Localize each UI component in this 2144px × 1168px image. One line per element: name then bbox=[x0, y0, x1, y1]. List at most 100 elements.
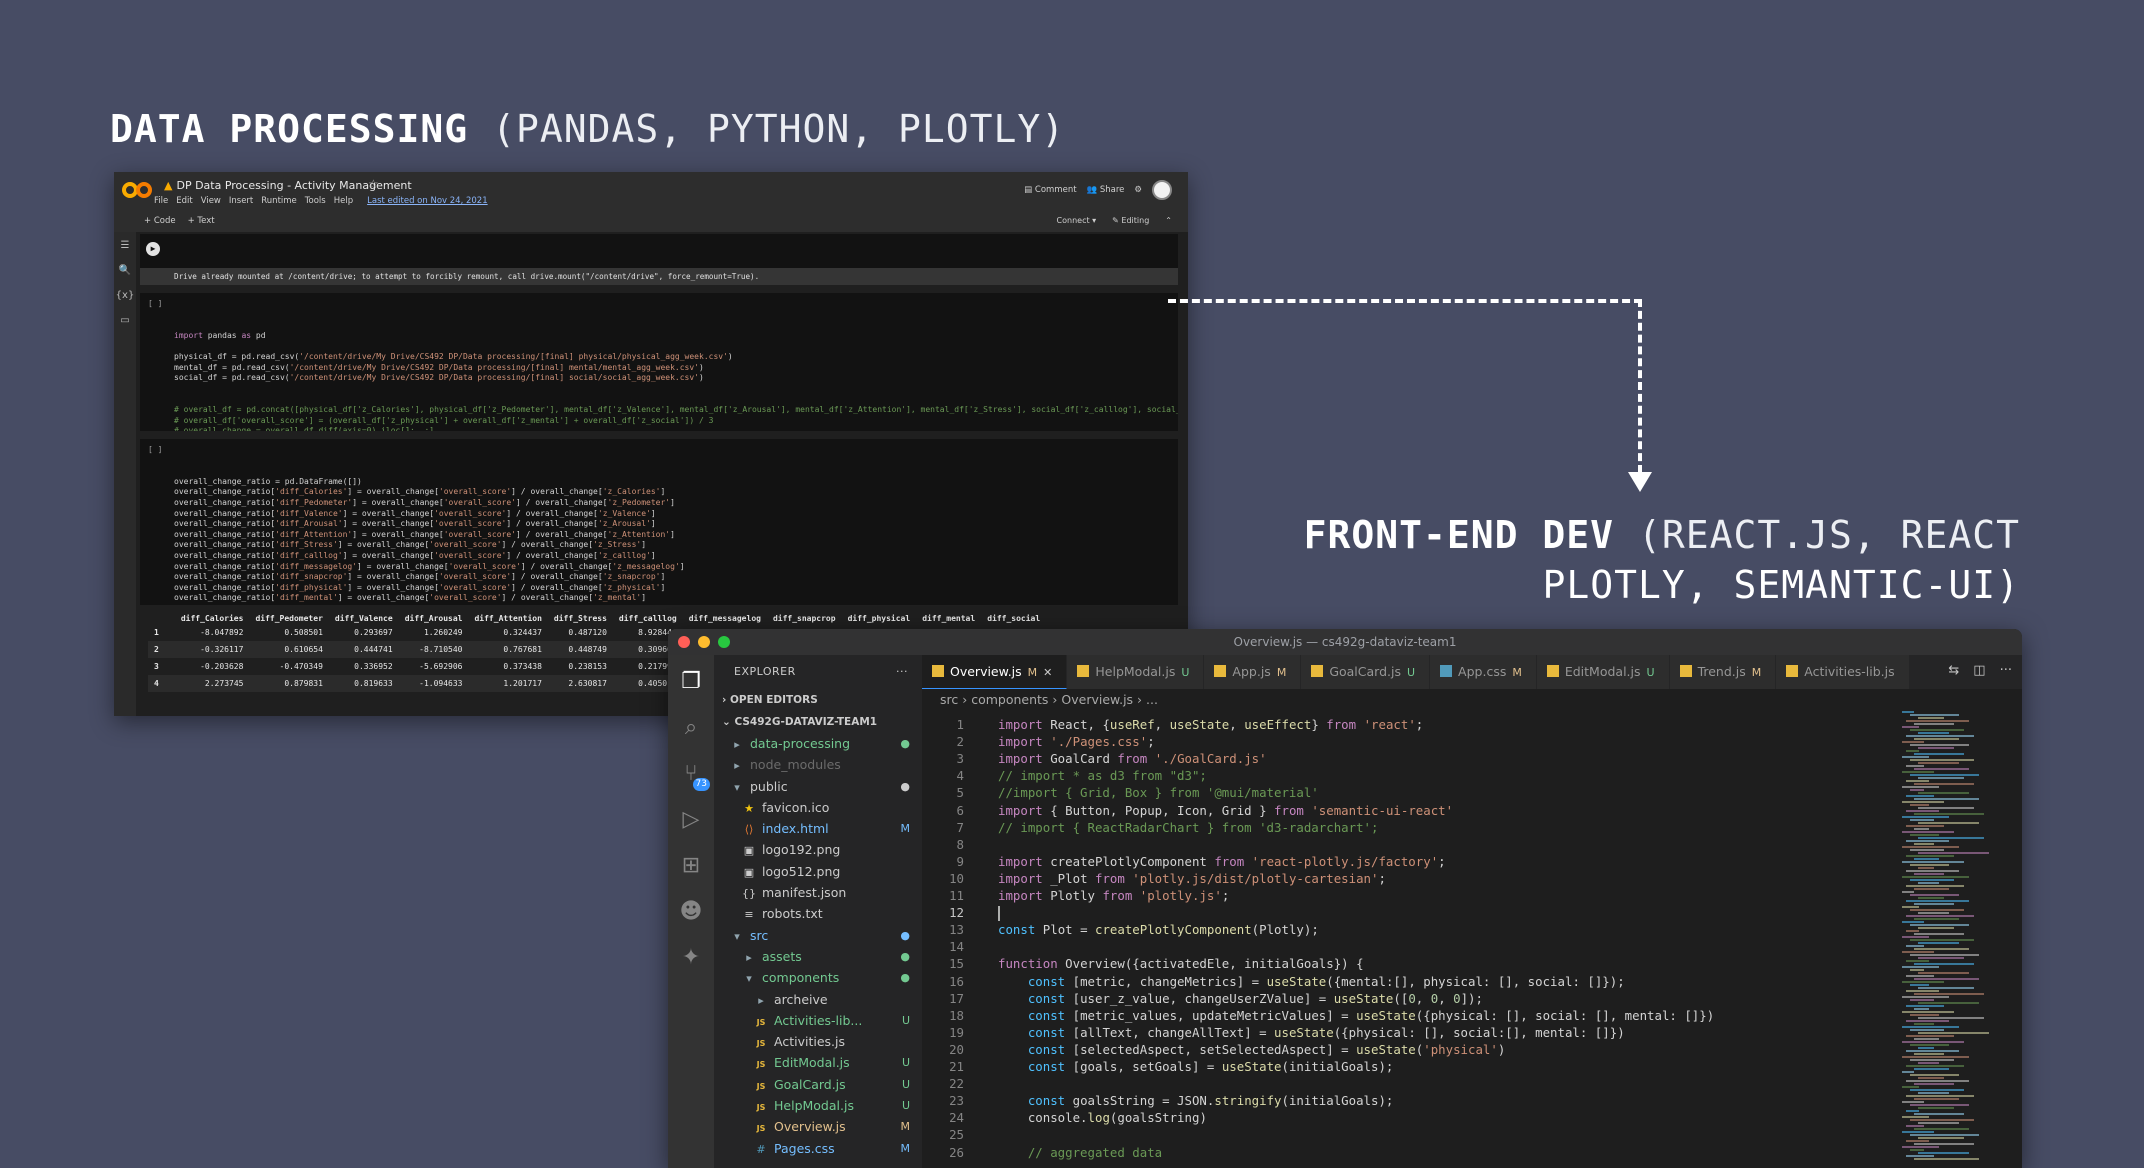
code-line[interactable]: const goalsString = JSON.stringify(initi… bbox=[998, 1093, 1394, 1108]
tab-editmodal-js[interactable]: EditModal.js U bbox=[1536, 655, 1670, 689]
code-line[interactable]: console.log(goalsString) bbox=[998, 1110, 1207, 1125]
close-tab-icon[interactable]: ✕ bbox=[1043, 666, 1052, 679]
menu-item-tools[interactable]: Tools bbox=[305, 196, 326, 206]
avatar[interactable] bbox=[1152, 180, 1172, 200]
tab-goalcard-js[interactable]: GoalCard.js U bbox=[1301, 655, 1431, 689]
more-icon[interactable]: ··· bbox=[2000, 663, 2012, 678]
code-line[interactable]: const [allText, changeAllText] = useStat… bbox=[998, 1025, 1625, 1040]
code-line[interactable]: const [selectedAspect, setSelectedAspect… bbox=[998, 1042, 1505, 1057]
file-tree-item[interactable]: ≡ robots.txt bbox=[714, 903, 922, 924]
run-debug-icon[interactable]: ▷ bbox=[678, 807, 704, 833]
explorer-icon[interactable]: ❐ bbox=[678, 669, 704, 695]
chevron-up-icon[interactable]: ⌃ bbox=[1165, 216, 1172, 225]
file-tree-item[interactable]: JS GoalCard.js U bbox=[714, 1074, 922, 1095]
code-line[interactable]: import GoalCard from './GoalCard.js' bbox=[998, 751, 1267, 766]
close-window-button[interactable] bbox=[678, 636, 690, 648]
tab-app-js[interactable]: App.js M bbox=[1204, 655, 1302, 689]
code-line[interactable]: import React, {useRef, useState, useEffe… bbox=[998, 717, 1423, 732]
file-tree-item[interactable]: JS Overview.js M bbox=[714, 1116, 922, 1137]
code-line[interactable]: const [metric, changeMetrics] = useState… bbox=[998, 974, 1625, 989]
connect-button[interactable]: Connect ▾ bbox=[1057, 216, 1097, 225]
star-icon[interactable]: ☆ bbox=[368, 177, 379, 191]
code-line[interactable]: // import { ReactRadarChart } from 'd3-r… bbox=[998, 820, 1378, 835]
variables-icon[interactable]: {x} bbox=[116, 290, 135, 301]
add-code-button[interactable]: + Code bbox=[144, 216, 176, 226]
tab-helpmodal-js[interactable]: HelpModal.js U bbox=[1067, 655, 1205, 689]
github-icon[interactable]: ☻ bbox=[678, 899, 704, 925]
file-tree-item[interactable]: JS EditModal.js U bbox=[714, 1052, 922, 1073]
code-line[interactable]: // aggregated data bbox=[998, 1145, 1162, 1160]
breadcrumb-item[interactable]: components bbox=[971, 692, 1048, 707]
file-tree-item[interactable]: JS Activities.js bbox=[714, 1031, 922, 1052]
file-tree-item[interactable]: ▾ components ● bbox=[714, 967, 922, 988]
breadcrumb-item[interactable]: src bbox=[940, 692, 958, 707]
open-editors-section[interactable]: › OPEN EDITORS bbox=[714, 689, 922, 711]
menu-item-view[interactable]: View bbox=[201, 196, 221, 206]
code-line[interactable]: import Plotly from 'plotly.js'; bbox=[998, 888, 1229, 903]
colab-logo-icon[interactable] bbox=[122, 180, 154, 200]
files-icon[interactable]: ▭ bbox=[120, 315, 129, 326]
code-line[interactable]: //import { Grid, Box } from '@mui/materi… bbox=[998, 785, 1319, 800]
python-icon[interactable]: ✦ bbox=[678, 945, 704, 971]
file-tree-item[interactable]: ▣ logo192.png bbox=[714, 839, 922, 860]
compare-icon[interactable]: ⇆ bbox=[1948, 663, 1959, 678]
code-line[interactable]: import { Button, Popup, Icon, Grid } fro… bbox=[998, 803, 1453, 818]
tab-app-css[interactable]: App.css M bbox=[1430, 655, 1537, 689]
code-line[interactable]: import './Pages.css'; bbox=[998, 734, 1155, 749]
more-actions-icon[interactable]: ··· bbox=[896, 655, 908, 689]
source-control-icon[interactable]: ⑂ 73 bbox=[678, 761, 710, 791]
menu-item-insert[interactable]: Insert bbox=[229, 196, 253, 206]
code-line[interactable]: // import * as d3 from "d3"; bbox=[998, 768, 1207, 783]
search-icon[interactable]: 🔍 bbox=[119, 265, 131, 276]
file-tree-item[interactable]: ▸ data-processing ● bbox=[714, 733, 922, 754]
code-cell[interactable]: ▶ from google.colab import drivedrive.mo… bbox=[140, 234, 1178, 268]
file-tree-item[interactable]: ▾ src ● bbox=[714, 925, 922, 946]
menu-item-runtime[interactable]: Runtime bbox=[261, 196, 297, 206]
run-cell-icon[interactable]: ▶ bbox=[146, 242, 160, 256]
add-text-button[interactable]: + Text bbox=[188, 216, 215, 226]
extensions-icon[interactable]: ⊞ bbox=[678, 853, 704, 879]
code-line[interactable]: const Plot = createPlotlyComponent(Plotl… bbox=[998, 922, 1319, 937]
code-line[interactable]: const [goals, setGoals] = useState(initi… bbox=[998, 1059, 1394, 1074]
file-tree-item[interactable]: JS Activities-lib... U bbox=[714, 1010, 922, 1031]
tab-activities-lib-js[interactable]: Activities-lib.js bbox=[1776, 655, 1910, 689]
last-edited-link[interactable]: Last edited on Nov 24, 2021 bbox=[367, 196, 488, 206]
code-cell[interactable]: [ ] overall_change_ratio = pd.DataFrame(… bbox=[140, 439, 1178, 605]
gear-icon[interactable]: ⚙ bbox=[1134, 185, 1142, 195]
minimize-window-button[interactable] bbox=[698, 636, 710, 648]
menu-item-edit[interactable]: Edit bbox=[176, 196, 192, 206]
file-tree-item[interactable]: # Pages.css M bbox=[714, 1138, 922, 1159]
project-section[interactable]: ⌄ CS492G-DATAVIZ-TEAM1 bbox=[714, 711, 922, 733]
code-line[interactable]: const [user_z_value, changeUserZValue] =… bbox=[998, 991, 1483, 1006]
file-tree-item[interactable]: ▸ archeive bbox=[714, 989, 922, 1010]
file-tree-item[interactable]: ▣ logo512.png bbox=[714, 861, 922, 882]
tab-trend-js[interactable]: Trend.js M bbox=[1669, 655, 1777, 689]
tab-overview-js[interactable]: Overview.js M ✕ bbox=[922, 655, 1068, 689]
cell-run-indicator[interactable]: [ ] bbox=[148, 299, 162, 310]
file-tree-item[interactable]: ⟨⟩ index.html M bbox=[714, 818, 922, 839]
split-editor-icon[interactable]: ◫ bbox=[1973, 663, 1985, 678]
menu-icon[interactable]: ☰ bbox=[121, 240, 130, 251]
share-button[interactable]: 👥 Share bbox=[1087, 185, 1125, 195]
code-line[interactable]: const [metric_values, updateMetricValues… bbox=[998, 1008, 1714, 1023]
code-editor[interactable]: 1 import React, {useRef, useState, useEff… bbox=[922, 711, 1892, 1168]
menu-item-file[interactable]: File bbox=[154, 196, 168, 206]
code-cell[interactable]: [ ] import pandas as pd physical_df = pd… bbox=[140, 293, 1178, 431]
cell-run-indicator[interactable]: [ ] bbox=[148, 445, 162, 456]
menu-item-help[interactable]: Help bbox=[334, 196, 353, 206]
search-icon[interactable]: ⌕ bbox=[678, 715, 704, 741]
file-tree-item[interactable]: ▸ node_modules bbox=[714, 754, 922, 775]
file-tree-item[interactable]: ▾ public ● bbox=[714, 776, 922, 797]
minimap[interactable] bbox=[1898, 711, 2008, 1168]
editing-button[interactable]: ✎ Editing bbox=[1112, 216, 1149, 225]
file-tree-item[interactable]: ▸ assets ● bbox=[714, 946, 922, 967]
code-line[interactable]: function Overview({activatedEle, initial… bbox=[998, 956, 1364, 971]
file-tree-item[interactable]: {} manifest.json bbox=[714, 882, 922, 903]
code-line[interactable]: import _Plot from 'plotly.js/dist/plotly… bbox=[998, 871, 1386, 886]
comment-button[interactable]: ▤ Comment bbox=[1024, 185, 1076, 195]
breadcrumb-item[interactable]: ... bbox=[1146, 692, 1158, 707]
file-tree-item[interactable]: ★ favicon.ico bbox=[714, 797, 922, 818]
code-line[interactable]: import createPlotlyComponent from 'react… bbox=[998, 854, 1446, 869]
breadcrumb-item[interactable]: Overview.js bbox=[1061, 692, 1133, 707]
file-tree-item[interactable]: JS HelpModal.js U bbox=[714, 1095, 922, 1116]
